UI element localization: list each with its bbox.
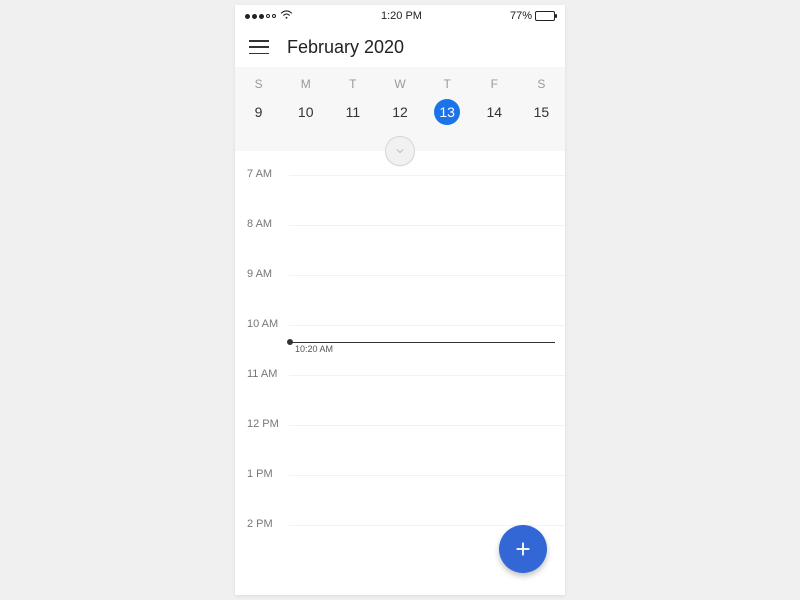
day-cell[interactable]: 9 [235, 99, 282, 125]
plus-icon [512, 538, 534, 560]
hour-label: 2 PM [247, 518, 273, 530]
app-bar: February 2020 [235, 27, 565, 67]
hour-gridline [289, 475, 565, 476]
hour-label: 10 AM [247, 318, 278, 330]
battery-icon [535, 11, 555, 21]
day-cell[interactable]: 13 [424, 99, 471, 125]
hour-label: 8 AM [247, 218, 272, 230]
status-right: 77% [510, 10, 555, 22]
wifi-icon [280, 10, 293, 23]
hour-gridline [289, 325, 565, 326]
day-number: 13 [434, 99, 460, 125]
weekday-label: M [282, 77, 329, 91]
day-number: 15 [534, 104, 550, 120]
hour-row[interactable]: 8 AM [235, 225, 565, 275]
status-time: 1:20 PM [381, 10, 422, 22]
hour-gridline [289, 425, 565, 426]
hour-label: 11 AM [247, 368, 277, 380]
day-number: 12 [392, 104, 408, 120]
weekday-label: T [424, 77, 471, 91]
current-time-label: 10:20 AM [295, 344, 333, 354]
add-event-button[interactable] [499, 525, 547, 573]
weekday-label: S [235, 77, 282, 91]
hour-label: 12 PM [247, 418, 279, 430]
day-number: 10 [298, 104, 314, 120]
hour-row[interactable]: 7 AM [235, 175, 565, 225]
weekday-label: T [329, 77, 376, 91]
hour-gridline [289, 175, 565, 176]
day-cell[interactable]: 14 [471, 99, 518, 125]
signal-dots-icon [245, 14, 276, 19]
page-title[interactable]: February 2020 [287, 37, 404, 58]
current-time-line [289, 342, 555, 343]
day-number: 14 [486, 104, 502, 120]
hour-label: 7 AM [247, 168, 272, 180]
day-cell[interactable]: 12 [376, 99, 423, 125]
hour-row[interactable]: 10 AM [235, 325, 565, 375]
hour-gridline [289, 375, 565, 376]
day-cell[interactable]: 10 [282, 99, 329, 125]
weekday-label: W [376, 77, 423, 91]
day-number: 9 [255, 104, 263, 120]
hour-gridline [289, 225, 565, 226]
hour-row[interactable]: 12 PM [235, 425, 565, 475]
hour-row[interactable]: 1 PM [235, 475, 565, 525]
hour-row[interactable]: 11 AM [235, 375, 565, 425]
hour-gridline [289, 275, 565, 276]
weekday-label: F [471, 77, 518, 91]
day-cell[interactable]: 11 [329, 99, 376, 125]
hour-label: 1 PM [247, 468, 273, 480]
day-number: 11 [346, 104, 361, 120]
phone-frame: 1:20 PM 77% February 2020 SMTWTFS 910111… [235, 5, 565, 595]
timeline[interactable]: 7 AM8 AM9 AM10 AM11 AM12 PM1 PM2 PM10:20… [235, 151, 565, 575]
status-bar: 1:20 PM 77% [235, 5, 565, 27]
hour-row[interactable]: 9 AM [235, 275, 565, 325]
day-cell[interactable]: 15 [518, 99, 565, 125]
week-strip: SMTWTFS 9101112131415 [235, 67, 565, 151]
status-left [245, 10, 293, 23]
hour-label: 9 AM [247, 268, 272, 280]
battery-percent: 77% [510, 10, 532, 22]
weekday-label: S [518, 77, 565, 91]
menu-icon[interactable] [249, 40, 269, 54]
current-time-dot [287, 339, 293, 345]
